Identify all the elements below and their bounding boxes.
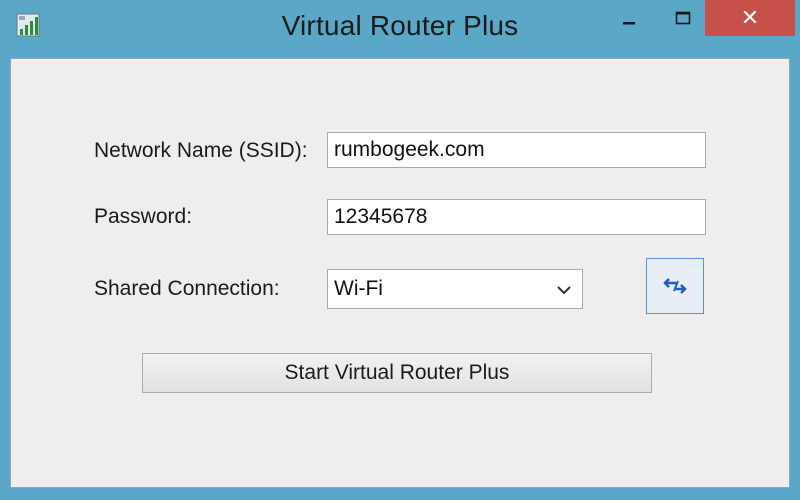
refresh-arrows-icon (663, 278, 687, 294)
shared-connection-label: Shared Connection: (94, 277, 280, 300)
minimize-button[interactable] (602, 0, 656, 36)
app-window: Virtual Router Plus ✕ Network Name (SSID… (0, 0, 800, 500)
close-button[interactable]: ✕ (705, 0, 795, 36)
chevron-down-icon (557, 286, 571, 295)
maximize-button[interactable] (656, 0, 710, 36)
title-bar[interactable]: Virtual Router Plus ✕ (0, 0, 800, 56)
password-label: Password: (94, 205, 193, 228)
password-input[interactable] (327, 199, 706, 235)
shared-connection-select[interactable]: Wi-Fi (327, 269, 583, 309)
ssid-input[interactable] (327, 132, 706, 168)
start-router-button[interactable]: Start Virtual Router Plus (142, 353, 652, 393)
close-icon: ✕ (740, 5, 760, 30)
ssid-label: Network Name (SSID): (94, 139, 308, 162)
main-panel: Network Name (SSID): Password: Shared Co… (10, 58, 790, 488)
minimize-icon (623, 22, 635, 25)
refresh-button[interactable] (646, 258, 704, 314)
maximize-icon (675, 11, 691, 25)
shared-connection-value: Wi-Fi (334, 277, 383, 300)
